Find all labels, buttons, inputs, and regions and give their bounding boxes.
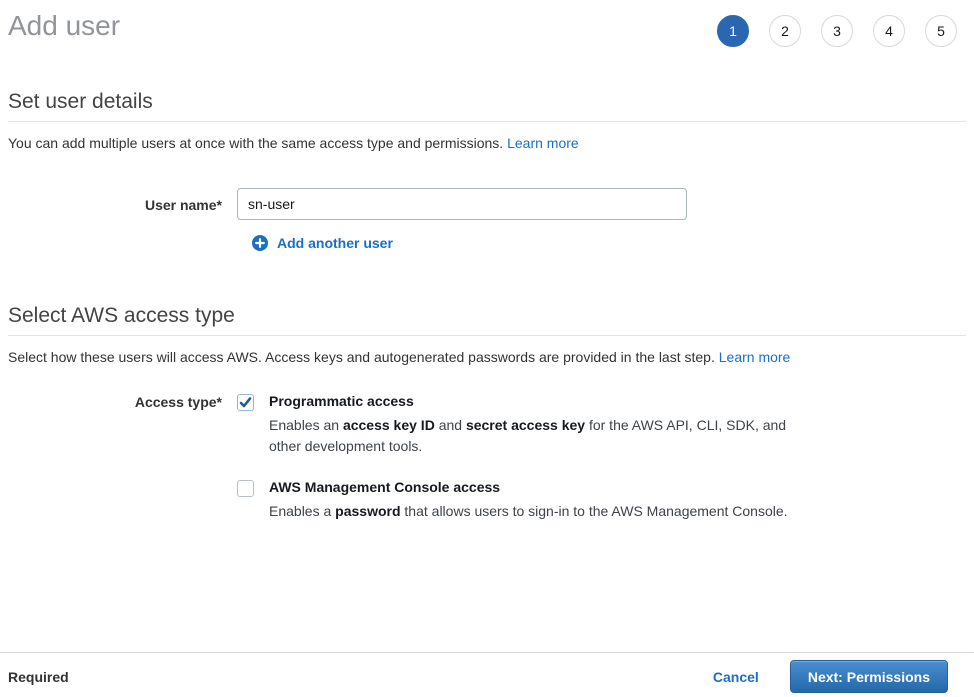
required-note: Required <box>8 669 69 685</box>
step-number: 3 <box>833 23 841 39</box>
page-header: Add user 1 2 3 4 5 <box>8 0 966 47</box>
step-number: 4 <box>885 23 893 39</box>
learn-more-link-user-details[interactable]: Learn more <box>507 135 579 151</box>
access-type-intro: Select how these users will access AWS. … <box>8 349 966 365</box>
option-desc-console: Enables a password that allows users to … <box>269 501 789 522</box>
section-heading-user-details: Set user details <box>8 90 966 114</box>
step-circle-1: 1 <box>717 15 749 47</box>
step-circle-4: 4 <box>873 15 905 47</box>
user-details-intro: You can add multiple users at once with … <box>8 135 966 151</box>
desc-bold: password <box>335 503 400 519</box>
page-title: Add user <box>8 11 120 42</box>
divider <box>8 121 966 122</box>
check-icon <box>239 396 252 409</box>
step-circle-5: 5 <box>925 15 957 47</box>
username-row: User name* <box>8 188 966 220</box>
cancel-button[interactable]: Cancel <box>713 669 759 685</box>
step-circle-3: 3 <box>821 15 853 47</box>
step-number: 5 <box>937 23 945 39</box>
desc-text: Enables an <box>269 417 343 433</box>
add-another-user-button[interactable]: Add another user <box>252 235 393 251</box>
access-type-label: Access type* <box>8 393 237 410</box>
option-title-console: AWS Management Console access <box>269 479 789 495</box>
step-circle-2: 2 <box>769 15 801 47</box>
desc-bold: access key ID <box>343 417 435 433</box>
access-type-row: Access type* Programmatic access Enables… <box>8 393 966 522</box>
option-desc-programmatic: Enables an access key ID and secret acce… <box>269 415 789 457</box>
wizard-footer: Required Cancel Next: Permissions <box>0 652 974 693</box>
step-number: 2 <box>781 23 789 39</box>
option-console-access: AWS Management Console access Enables a … <box>237 479 789 522</box>
option-programmatic-access: Programmatic access Enables an access ke… <box>237 393 789 457</box>
user-details-intro-text: You can add multiple users at once with … <box>8 135 503 151</box>
access-type-options: Programmatic access Enables an access ke… <box>237 393 789 522</box>
programmatic-access-checkbox[interactable] <box>237 394 254 411</box>
desc-text: that allows users to sign-in to the AWS … <box>401 503 788 519</box>
add-user-page: Add user 1 2 3 4 5 Set user details You … <box>0 0 974 522</box>
username-input[interactable] <box>237 188 687 220</box>
section-heading-access-type: Select AWS access type <box>8 304 966 328</box>
desc-bold: secret access key <box>466 417 585 433</box>
desc-text: Enables a <box>269 503 335 519</box>
desc-text: and <box>435 417 466 433</box>
add-another-user-label: Add another user <box>277 235 393 251</box>
divider <box>8 335 966 336</box>
option-body: AWS Management Console access Enables a … <box>269 479 789 522</box>
access-type-intro-text: Select how these users will access AWS. … <box>8 349 715 365</box>
learn-more-link-access-type[interactable]: Learn more <box>719 349 791 365</box>
option-title-programmatic: Programmatic access <box>269 393 789 409</box>
plus-circle-icon <box>252 235 268 251</box>
username-label: User name* <box>8 188 237 213</box>
console-access-checkbox[interactable] <box>237 480 254 497</box>
option-body: Programmatic access Enables an access ke… <box>269 393 789 457</box>
next-permissions-button[interactable]: Next: Permissions <box>790 660 948 693</box>
step-number: 1 <box>729 23 737 39</box>
wizard-step-indicator: 1 2 3 4 5 <box>717 15 957 47</box>
